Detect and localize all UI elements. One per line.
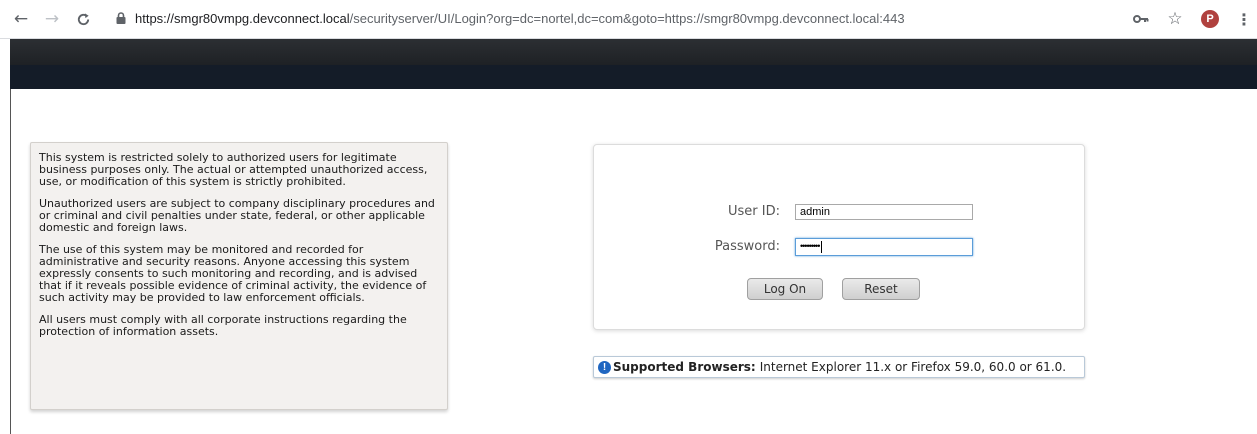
info-icon: ! <box>598 360 611 374</box>
url-path: /securityserver/UI/Login?org=dc=nortel,d… <box>349 10 905 26</box>
login-panel: User ID: admin Password: ••••••••• Log O… <box>593 144 1085 330</box>
reset-button[interactable]: Reset <box>842 278 920 300</box>
password-input[interactable]: ••••••••• <box>795 238 973 256</box>
header-banner <box>10 39 1257 65</box>
key-icon[interactable] <box>1128 6 1154 32</box>
password-value: ••••••••• <box>800 241 820 251</box>
supported-browsers-bar: ! Supported Browsers: Internet Explorer … <box>593 356 1085 378</box>
star-icon[interactable]: ☆ <box>1162 6 1188 32</box>
menu-icon[interactable]: ⋮ <box>1231 6 1257 32</box>
supported-browsers-heading: Supported Browsers: <box>613 360 756 374</box>
legal-notice-panel: This system is restricted solely to auth… <box>30 142 448 410</box>
lock-icon <box>116 12 126 24</box>
back-icon[interactable]: ← <box>8 6 34 32</box>
reload-icon[interactable] <box>70 6 96 32</box>
browser-toolbar: ← → https://smgr80vmpg.devconnect.local /… <box>0 0 1257 39</box>
forward-icon[interactable]: → <box>39 6 65 32</box>
legal-notice-paragraph: Unauthorized users are subject to compan… <box>39 197 435 234</box>
left-divider <box>10 89 11 434</box>
header-banner-band <box>10 65 1257 89</box>
text-cursor <box>821 240 823 253</box>
user-id-input[interactable]: admin <box>795 204 973 220</box>
avatar[interactable]: P <box>1201 10 1219 28</box>
log-on-button[interactable]: Log On <box>747 278 823 300</box>
legal-notice-paragraph: This system is restricted solely to auth… <box>39 151 428 188</box>
address-bar[interactable]: https://smgr80vmpg.devconnect.local/secu… <box>114 5 1089 31</box>
legal-notice-paragraph: The use of this system may be monitored … <box>39 243 427 304</box>
user-id-label: User ID: <box>728 204 780 219</box>
supported-browsers-text: Internet Explorer 11.x or Firefox 59.0, … <box>759 360 1067 374</box>
password-label: Password: <box>714 239 780 254</box>
legal-notice-paragraph: All users must comply with all corporate… <box>39 313 407 338</box>
url-host: https://smgr80vmpg.devconnect.local <box>135 10 350 26</box>
